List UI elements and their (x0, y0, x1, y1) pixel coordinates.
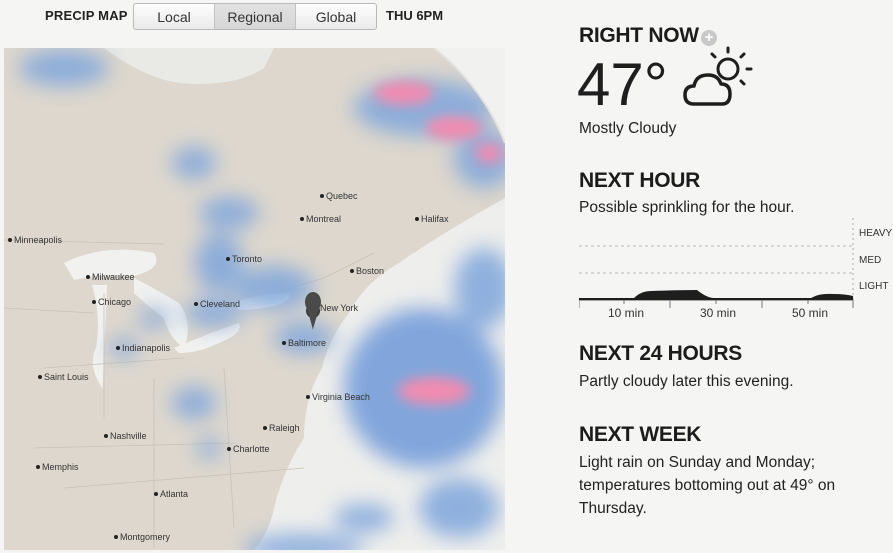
city-label: Quebec (320, 191, 358, 201)
city-name: Montreal (306, 214, 342, 224)
next-24-hours-heading: NEXT 24 HOURS (579, 342, 742, 365)
city-name: Raleigh (269, 423, 300, 433)
city-label: Atlanta (154, 489, 188, 499)
city-dot (38, 375, 42, 379)
city-dot (306, 395, 310, 399)
map-time-label: THU 6PM (386, 8, 444, 23)
right-now-heading: RIGHT NOW (579, 24, 699, 47)
tab-local[interactable]: Local (134, 4, 215, 29)
city-label: Montgomery (114, 532, 170, 542)
tab-global[interactable]: Global (296, 4, 376, 29)
city-label: Halifax (415, 214, 449, 224)
city-name: Cleveland (200, 299, 241, 309)
city-dot (282, 341, 286, 345)
city-label: Charlotte (227, 444, 270, 454)
city-dot (86, 275, 90, 279)
city-label: Cleveland (194, 299, 240, 309)
city-dot (227, 447, 231, 451)
city-name: Milwaukee (92, 272, 135, 282)
next-hour-summary: Possible sprinkling for the hour. (579, 199, 795, 216)
level-heavy-label: HEAVY (859, 228, 893, 239)
city-dot (226, 257, 230, 261)
current-summary: Mostly Cloudy (579, 120, 677, 137)
tick-50-min: 50 min (792, 306, 829, 320)
next-hour-heading: NEXT HOUR (579, 169, 700, 192)
city-dot (36, 465, 40, 469)
next-week-heading: NEXT WEEK (579, 423, 702, 446)
city-label: Montreal (300, 214, 341, 224)
city-name: Memphis (42, 462, 79, 472)
city-name: Indianapolis (122, 343, 171, 353)
city-label: Minneapolis (8, 235, 62, 245)
next-week-line-2: temperatures bottoming out at 49° on (579, 477, 836, 494)
city-dot (263, 426, 267, 430)
city-label: Toronto (226, 254, 262, 264)
city-dot (154, 492, 158, 496)
map-scope-segmented-control: Local Regional Global (133, 3, 377, 30)
city-label-selected[interactable]: New York (320, 303, 358, 313)
city-dot (415, 217, 419, 221)
city-name: Saint Louis (44, 372, 89, 382)
next-week-line-1: Light rain on Sunday and Monday; (579, 454, 816, 471)
city-dot (92, 300, 96, 304)
city-label: Baltimore (282, 338, 326, 348)
current-temperature: 47° (577, 51, 668, 118)
city-name: Atlanta (160, 489, 189, 499)
city-name: Charlotte (233, 444, 270, 454)
city-name: Chicago (98, 297, 132, 307)
level-med-label: MED (859, 255, 882, 266)
next-24-hours-summary: Partly cloudy later this evening. (579, 373, 794, 390)
city-name: Toronto (232, 254, 263, 264)
city-dot (350, 269, 354, 273)
next-hour-precip-chart: HEAVY MED LIGHT 10 min 30 min 50 min (578, 218, 893, 328)
city-name: Minneapolis (14, 235, 63, 245)
city-label: Memphis (36, 462, 79, 472)
city-dot (320, 194, 324, 198)
city-name: Quebec (326, 191, 358, 201)
city-dot (8, 238, 12, 242)
city-name: Halifax (421, 214, 449, 224)
city-name: Baltimore (288, 338, 327, 348)
tab-regional[interactable]: Regional (215, 4, 296, 29)
tick-10-min: 10 min (608, 306, 645, 320)
city-label: Raleigh (263, 423, 300, 433)
city-name: Virginia Beach (312, 392, 370, 402)
tick-30-min: 30 min (700, 306, 737, 320)
city-name: Montgomery (120, 532, 171, 542)
city-label: Chicago (92, 297, 131, 307)
city-dot (116, 346, 120, 350)
next-week-line-3: Thursday. (579, 500, 647, 517)
city-name: Nashville (110, 431, 147, 441)
precip-map-title: PRECIP MAP (45, 8, 128, 23)
city-dot (104, 434, 108, 438)
partly-cloudy-icon (683, 46, 753, 106)
map-canvas (4, 48, 505, 550)
city-name: New York (320, 303, 359, 313)
city-dot (194, 302, 198, 306)
city-dot (300, 217, 304, 221)
city-name: Boston (356, 266, 385, 276)
precip-map[interactable]: Quebec Montreal Halifax Minneapolis Toro… (4, 48, 505, 550)
precip-map-toolbar: PRECIP MAP Local Regional Global THU 6PM (0, 0, 540, 34)
city-label: Virginia Beach (306, 392, 370, 402)
level-light-label: LIGHT (859, 281, 889, 292)
city-label: Saint Louis (38, 372, 89, 382)
forecast-panel: RIGHT NOW + 47° Mostly Cloudy NEXT HOUR … (577, 0, 893, 553)
city-label: Boston (350, 266, 384, 276)
city-label: Indianapolis (116, 343, 170, 353)
city-label: Nashville (104, 431, 147, 441)
city-label: Milwaukee (86, 272, 135, 282)
precip-area (579, 290, 853, 300)
city-dot (114, 535, 118, 539)
